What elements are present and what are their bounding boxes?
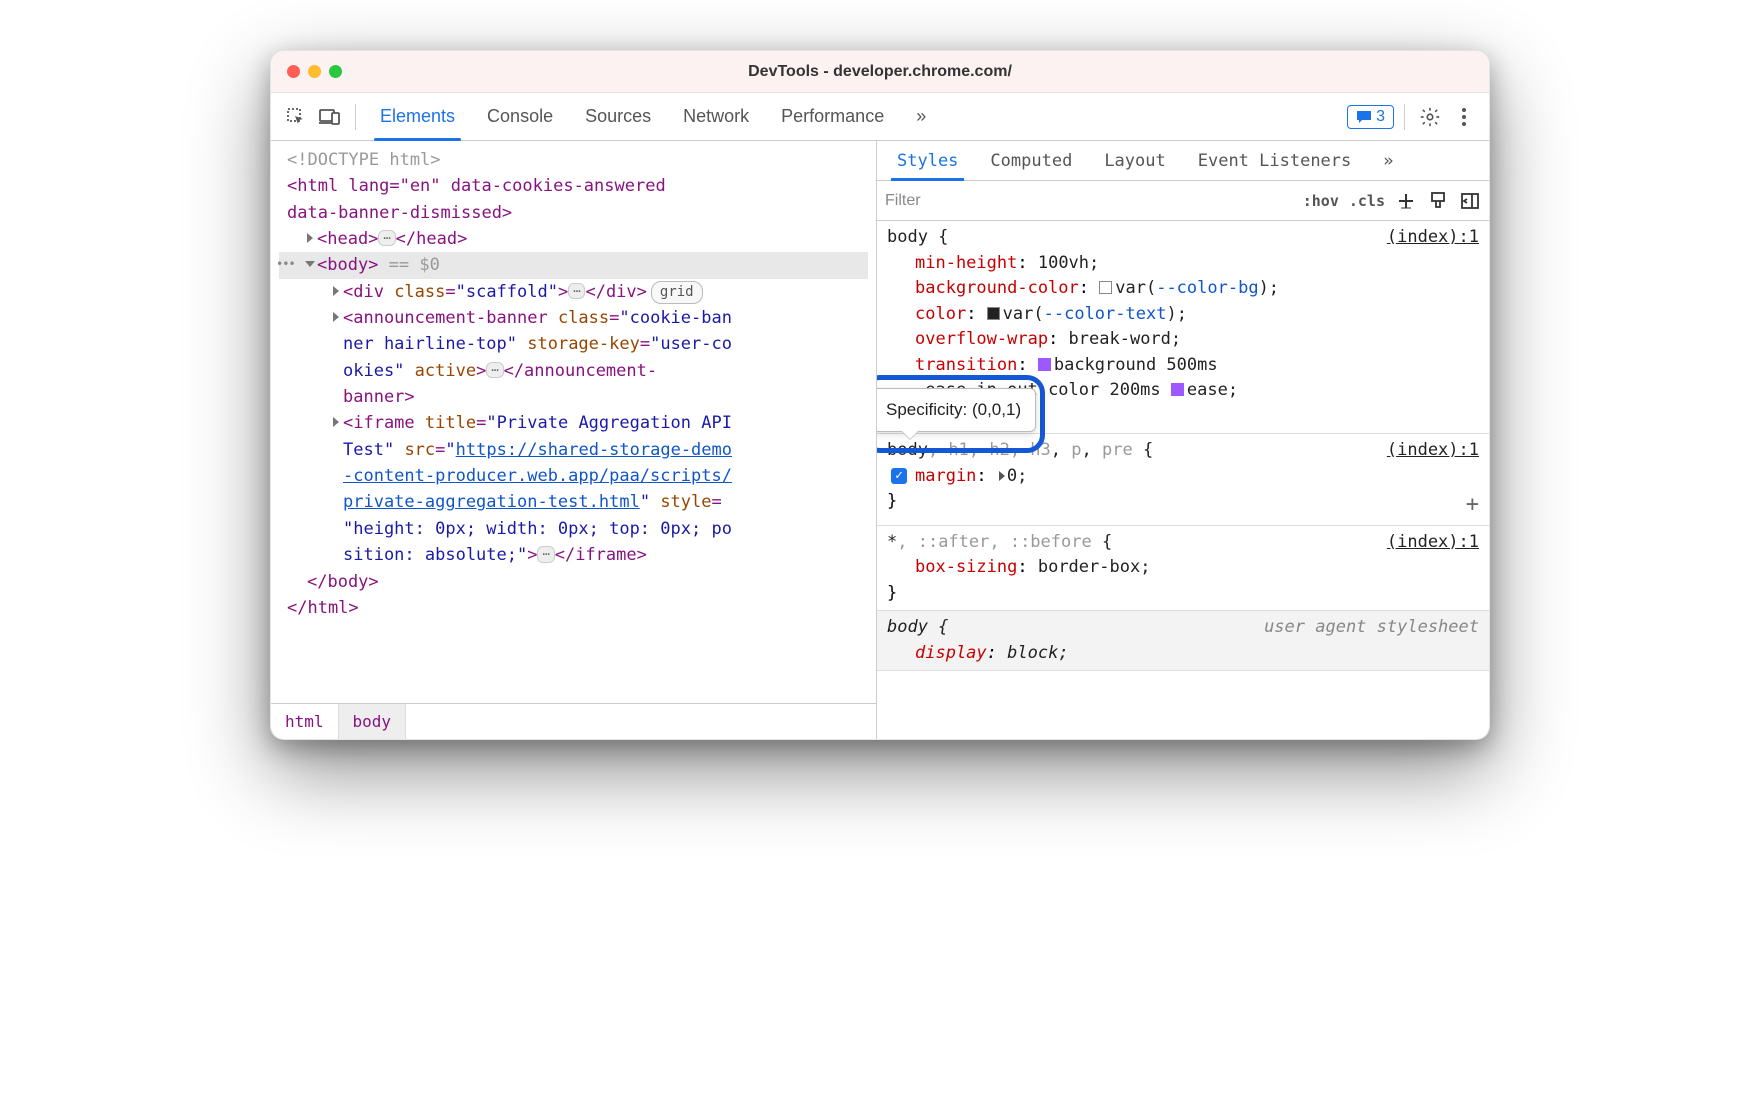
body-node-selected[interactable]: <body> == $0 [279,252,868,278]
window-title: DevTools - developer.chrome.com/ [271,63,1489,81]
tab-sources[interactable]: Sources [571,93,665,141]
source-link[interactable]: (index):1 [1387,225,1479,251]
css-rules: body { (index):1 min-height: 100vh; back… [877,221,1489,739]
new-rule-icon[interactable] [1395,190,1417,212]
html-open[interactable]: <html lang="en" data-cookies-answered [279,173,868,199]
titlebar: DevTools - developer.chrome.com/ [271,51,1489,93]
tabs-overflow[interactable]: » [902,93,940,141]
doctype-node[interactable]: <!DOCTYPE html> [279,147,868,173]
stab-event-listeners[interactable]: Event Listeners [1186,141,1364,181]
separator [355,104,356,130]
stabs-overflow[interactable]: » [1371,141,1405,181]
brush-icon[interactable] [1427,190,1449,212]
styles-filter-bar: :hov .cls [877,181,1489,221]
styles-pane: Styles Computed Layout Event Listeners »… [877,141,1489,739]
ua-source: user agent stylesheet [1264,615,1479,641]
devtools-window: DevTools - developer.chrome.com/ Element… [270,50,1490,740]
cls-toggle[interactable]: .cls [1349,192,1385,210]
property-checkbox[interactable] [891,468,907,484]
announcement-banner-node[interactable]: <announcement-banner class="cookie-ban [279,305,868,331]
main-toolbar: Elements Console Sources Network Perform… [271,93,1489,141]
specificity-tooltip: Specificity: (0,0,1) [877,375,1045,453]
layout-pill[interactable]: grid [651,281,703,305]
styles-tabs: Styles Computed Layout Event Listeners » [877,141,1489,181]
body-close[interactable]: </body> [279,569,868,595]
main-content: <!DOCTYPE html> <html lang="en" data-coo… [271,141,1489,739]
tab-elements[interactable]: Elements [366,93,469,141]
panel-toggle-icon[interactable] [1459,190,1481,212]
css-rule-ua[interactable]: body { user agent stylesheet display: bl… [877,611,1489,671]
source-link[interactable]: (index):1 [1387,438,1479,464]
crumb-body[interactable]: body [339,704,407,739]
dom-tree[interactable]: <!DOCTYPE html> <html lang="en" data-coo… [271,141,876,703]
issues-count: 3 [1376,108,1385,126]
tab-performance[interactable]: Performance [767,93,898,141]
crumb-html[interactable]: html [271,704,339,739]
head-node[interactable]: <head>⋯</head> [279,226,868,252]
dom-pane: <!DOCTYPE html> <html lang="en" data-coo… [271,141,877,739]
inspect-icon[interactable] [281,102,311,132]
tab-console[interactable]: Console [473,93,567,141]
kebab-icon[interactable] [1449,102,1479,132]
html-close[interactable]: </html> [279,595,868,621]
device-toolbar-icon[interactable] [315,102,345,132]
add-property-icon[interactable]: + [1466,488,1479,521]
div-scaffold-node[interactable]: <div class="scaffold">⋯</div>grid [279,279,868,305]
iframe-node[interactable]: <iframe title="Private Aggregation API [279,410,868,436]
source-link[interactable]: (index):1 [1387,530,1479,556]
iframe-src-link[interactable]: https://shared-storage-demo [456,440,732,460]
gear-icon[interactable] [1415,102,1445,132]
breadcrumb: html body [271,703,876,739]
stab-styles[interactable]: Styles [885,141,970,181]
tab-network[interactable]: Network [669,93,763,141]
separator [1404,104,1405,130]
styles-filter-input[interactable] [885,192,1293,210]
hov-toggle[interactable]: :hov [1303,192,1339,210]
issues-badge[interactable]: 3 [1347,105,1394,129]
css-rule-3[interactable]: *, ::after, ::before { (index):1 box-siz… [877,526,1489,612]
stab-computed[interactable]: Computed [978,141,1084,181]
stab-layout[interactable]: Layout [1092,141,1177,181]
html-open-2[interactable]: data-banner-dismissed> [279,200,868,226]
